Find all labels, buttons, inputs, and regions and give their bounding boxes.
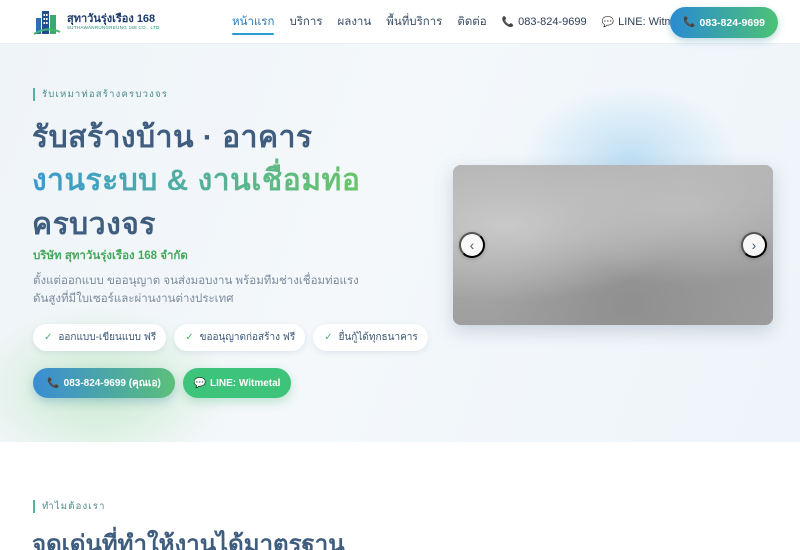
phone-icon: 📞	[501, 16, 515, 28]
check-icon: ✓	[185, 332, 194, 343]
feature-chip-label: ออกแบบ-เขียนแบบ ฟรี	[58, 332, 157, 343]
feature-chips: ✓ ออกแบบ-เขียนแบบ ฟรี ✓ ขออนุญาตก่อสร้าง…	[33, 324, 436, 351]
line-button[interactable]: 💬 LINE: Witmetal	[183, 368, 291, 398]
nav-item-service-area[interactable]: พื้นที่บริการ	[386, 0, 442, 44]
nav-item-contact[interactable]: ติดต่อ	[457, 0, 486, 44]
feature-chip: ✓ ขออนุญาตก่อสร้าง ฟรี	[174, 324, 306, 351]
call-button[interactable]: 📞 083-824-9699 (คุณเอ)	[33, 368, 175, 398]
slider-prev-button[interactable]: ‹	[459, 232, 485, 258]
company-name: บริษัท สุทาวันรุ่งเรือง 168 จำกัด	[33, 250, 188, 262]
hero-section: รับเหมาท่อสร้างครบวงจร รับสร้างบ้าน · อา…	[0, 44, 800, 442]
logo[interactable]: สุทาวันรุ่งเรือง 168 SUTHAWANRUNGREUNG 1…	[33, 7, 183, 37]
nav-phone-link[interactable]: 📞 083-824-9699	[502, 16, 587, 28]
nav-item-portfolio[interactable]: ผลงาน	[338, 0, 372, 44]
building-logo-icon	[33, 8, 61, 36]
slide-image	[453, 165, 773, 325]
phone-icon: 📞	[47, 377, 60, 389]
hero-headline-line-1: รับสร้างบ้าน · อาคาร	[32, 121, 313, 154]
hero-description: ตั้งแต่ออกแบบ ขออนุญาต จนส่งมอบงาน พร้อม…	[33, 275, 359, 305]
image-slider[interactable]: ‹ ›	[453, 165, 773, 325]
feature-chip: ✓ ออกแบบ-เขียนแบบ ฟรี	[33, 324, 167, 351]
brand-name: สุทาวันรุ่งเรือง 168	[67, 13, 156, 25]
feature-chip-label: ยื่นกู้ได้ทุกธนาคาร	[338, 332, 418, 343]
header-call-button[interactable]: 📞 083-824-9699	[670, 7, 778, 38]
nav-item-home[interactable]: หน้าแรก	[232, 0, 275, 44]
chat-icon: 💬	[193, 377, 206, 389]
nav-phone-label: 083-824-9699	[518, 16, 587, 28]
section-eyebrow: ทำไมต้องเรา	[33, 500, 106, 513]
hero-headline-line-3: ครบวงจร	[32, 208, 156, 241]
header-call-label: 083-824-9699	[699, 16, 765, 29]
site-header: สุทาวันรุ่งเรือง 168 SUTHAWANRUNGREUNG 1…	[0, 0, 800, 44]
feature-chip: ✓ ยื่นกู้ได้ทุกธนาคาร	[313, 324, 428, 351]
hero-eyebrow: รับเหมาท่อสร้างครบวงจร	[33, 88, 168, 101]
hero-headline-line-2: งานระบบ & งานเชื่อมท่อ	[32, 157, 360, 204]
phone-icon: 📞	[683, 17, 696, 28]
feature-chip-label: ขออนุญาตก่อสร้าง ฟรี	[199, 332, 296, 343]
call-button-label: 083-824-9699 (คุณเอ)	[63, 377, 161, 389]
check-icon: ✓	[44, 332, 53, 343]
main-nav: หน้าแรก บริการ ผลงาน พื้นที่บริการ ติดต่…	[232, 0, 706, 44]
chat-icon: 💬	[601, 16, 615, 28]
hero-cta-row: 📞 083-824-9699 (คุณเอ) 💬 LINE: Witmetal	[33, 368, 291, 398]
nav-item-services[interactable]: บริการ	[289, 0, 322, 44]
line-button-label: LINE: Witmetal	[209, 377, 281, 389]
slider-next-button[interactable]: ›	[741, 232, 767, 258]
check-icon: ✓	[324, 332, 333, 343]
brand-subtitle: SUTHAWANRUNGREUNG 168 CO., LTD	[67, 25, 160, 30]
why-us-section: ทำไมต้องเรา จุดเด่นที่ทำให้งานได้มาตรฐาน	[0, 442, 800, 550]
section-title: จุดเด่นที่ทำให้งานได้มาตรฐาน	[32, 531, 345, 550]
